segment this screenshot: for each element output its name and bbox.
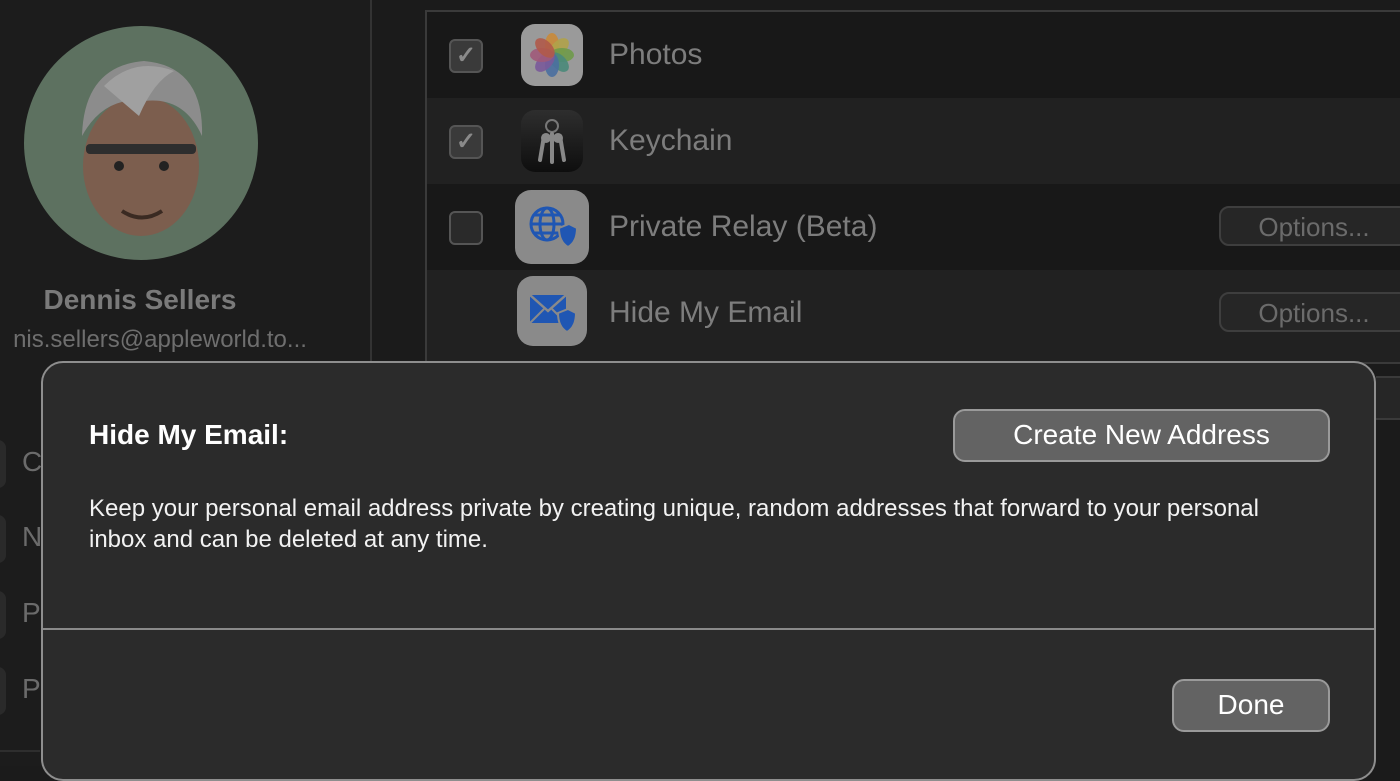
list-item: Hide My Email Options... — [427, 270, 1400, 362]
background-control — [1376, 376, 1400, 420]
memoji-icon — [82, 61, 203, 236]
sidebar-item-label[interactable]: C — [22, 446, 42, 478]
hide-my-email-label: Hide My Email — [609, 296, 803, 329]
sidebar-item-label[interactable]: N — [22, 521, 42, 553]
keychain-label: Keychain — [609, 124, 733, 157]
private-relay-icon — [515, 190, 589, 264]
private-relay-label: Private Relay (Beta) — [609, 210, 878, 243]
sidebar-item-icon[interactable] — [0, 667, 6, 715]
hide-my-email-options-button[interactable]: Options... — [1219, 292, 1400, 332]
user-email: nis.sellers@appleworld.to... — [13, 326, 307, 353]
photos-label: Photos — [609, 38, 703, 71]
sidebar-item-icon[interactable] — [0, 591, 6, 639]
list-item: ✓ Photos — [427, 12, 1400, 98]
keychain-icon — [521, 110, 583, 172]
dialog-divider — [43, 628, 1374, 630]
dialog-description: Keep your personal email address private… — [89, 495, 1259, 553]
private-relay-options-button[interactable]: Options... — [1219, 206, 1400, 246]
hide-my-email-icon — [517, 276, 587, 346]
photos-checkbox[interactable]: ✓ — [449, 39, 483, 73]
hide-my-email-dialog: Hide My Email: Create New Address Keep y… — [41, 361, 1376, 781]
list-item: Private Relay (Beta) Options... — [427, 184, 1400, 270]
avatar[interactable] — [24, 26, 258, 260]
photos-icon — [521, 24, 583, 86]
apps-list: ✓ Photos ✓ Keychain Private Relay (Beta)… — [425, 10, 1400, 364]
dialog-title: Hide My Email: — [89, 419, 289, 450]
user-name: Dennis Sellers — [43, 284, 237, 315]
create-new-address-button[interactable]: Create New Address — [953, 409, 1330, 462]
list-item: ✓ Keychain — [427, 98, 1400, 184]
sidebar-item-icon[interactable] — [0, 440, 6, 488]
sidebar-item-label[interactable]: P — [22, 673, 41, 705]
private-relay-checkbox[interactable] — [449, 211, 483, 245]
sidebar-item-icon[interactable] — [0, 515, 6, 563]
keychain-checkbox[interactable]: ✓ — [449, 125, 483, 159]
sidebar-item-label[interactable]: P — [22, 597, 41, 629]
done-button[interactable]: Done — [1172, 679, 1330, 732]
divider — [0, 750, 40, 752]
